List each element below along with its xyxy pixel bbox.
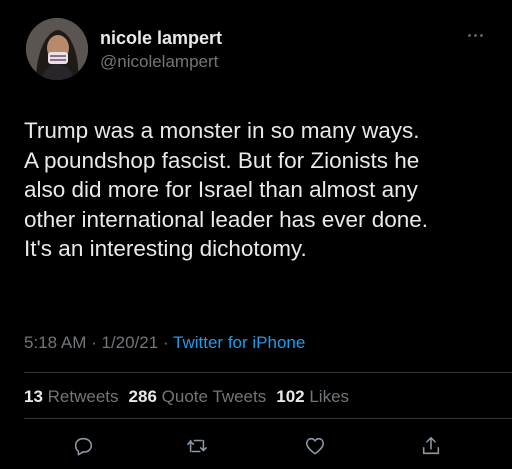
reply-button[interactable] <box>70 433 96 459</box>
reply-icon <box>74 437 93 456</box>
avatar[interactable] <box>26 18 88 80</box>
tweet-date[interactable]: 1/20/21 <box>101 333 158 352</box>
quote-tweets-label: Quote Tweets <box>161 387 267 406</box>
likes-count: 102 <box>276 387 305 406</box>
meta-separator: · <box>158 333 174 352</box>
tweet-stats: 13 Retweets 286 Quote Tweets 102 Likes <box>24 387 349 407</box>
retweets-label: Retweets <box>47 387 119 406</box>
tweet-text-line: A poundshop fascist. But for Zionists he <box>24 147 420 173</box>
tweet-card: nicole lampert @nicolelampert Trump was … <box>0 0 512 469</box>
tweet-text-line: also did more for Israel than almost any <box>24 177 418 203</box>
retweet-button[interactable] <box>184 433 210 459</box>
tweet-metadata: 5:18 AM · 1/20/21 · Twitter for iPhone <box>24 333 305 353</box>
user-handle[interactable]: @nicolelampert <box>100 52 218 72</box>
quote-tweets-count: 286 <box>128 387 157 406</box>
divider <box>24 372 512 373</box>
tweet-text: Trump was a monster in so many ways. A p… <box>24 116 504 264</box>
tweet-text-line: Trump was a monster in so many ways. <box>24 118 420 143</box>
display-name[interactable]: nicole lampert <box>100 28 222 49</box>
retweet-icon <box>187 439 207 453</box>
tweet-text-line: It's an interesting dichotomy. <box>24 236 307 262</box>
share-icon <box>422 436 440 455</box>
profile-photo-icon <box>26 18 88 80</box>
meta-separator: · <box>86 333 102 352</box>
likes-stat[interactable]: 102 Likes <box>276 387 349 406</box>
like-button[interactable] <box>302 433 328 459</box>
more-options-icon[interactable] <box>468 30 490 40</box>
share-button[interactable] <box>418 433 444 459</box>
likes-label: Likes <box>309 387 350 406</box>
tweet-text-line: other international leader has ever done… <box>24 206 429 232</box>
tweet-source-link[interactable]: Twitter for iPhone <box>173 333 305 352</box>
retweets-count: 13 <box>24 387 43 406</box>
like-icon <box>305 437 325 455</box>
divider <box>24 418 512 419</box>
tweet-time[interactable]: 5:18 AM <box>24 333 86 352</box>
quote-tweets-stat[interactable]: 286 Quote Tweets <box>129 387 267 406</box>
retweets-stat[interactable]: 13 Retweets <box>24 387 119 406</box>
